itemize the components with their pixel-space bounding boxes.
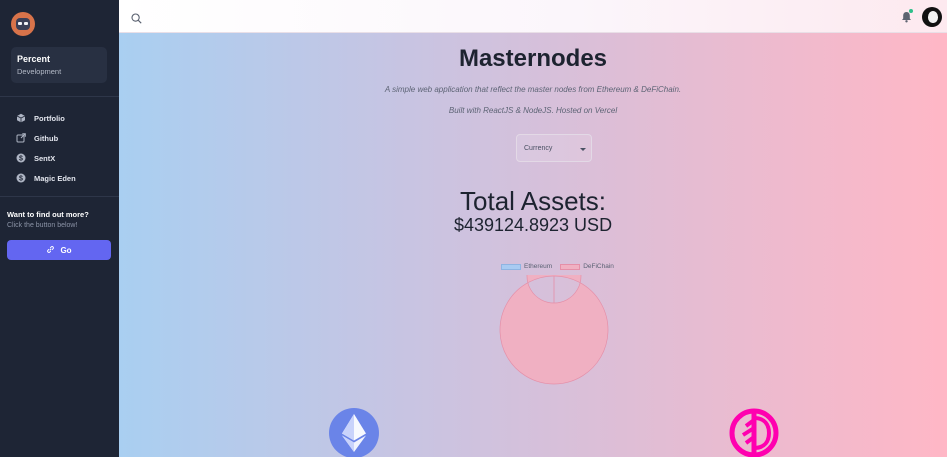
sidebar-divider <box>0 96 119 97</box>
profile-role: Development <box>17 67 62 76</box>
dollar-circle-icon: $ <box>16 173 26 183</box>
avatar-eye <box>24 22 28 25</box>
currency-select[interactable]: Currency <box>516 134 592 162</box>
chevron-down-icon <box>580 148 586 151</box>
main-content: Masternodes A simple web application tha… <box>119 33 947 457</box>
total-assets-value: $439124.8923 USD <box>453 215 613 235</box>
legend-label: DeFiChain <box>583 263 614 270</box>
sidebar: Percent Development Portfolio Github $ S… <box>0 0 119 457</box>
ethereum-logo[interactable] <box>329 408 379 457</box>
top-bar <box>119 0 947 33</box>
search-icon[interactable] <box>131 11 142 24</box>
avatar-face <box>928 11 938 23</box>
sidebar-item-label: Github <box>34 133 59 143</box>
page-title: Masternodes <box>458 45 608 72</box>
sidebar-item-sentx[interactable]: $ SentX <box>0 148 119 168</box>
page-description: A simple web application that reflect th… <box>384 85 682 94</box>
promo-subtitle: Click the button below! <box>7 222 78 229</box>
sidebar-item-github[interactable]: Github <box>0 128 119 148</box>
sidebar-item-magic-eden[interactable]: $ Magic Eden <box>0 168 119 188</box>
legend-item-defichain[interactable]: DeFiChain <box>560 263 614 270</box>
svg-text:$: $ <box>19 156 23 163</box>
profile-card[interactable]: Percent Development <box>11 47 107 83</box>
assets-donut-chart[interactable] <box>499 275 609 385</box>
legend-label: Ethereum <box>524 263 553 270</box>
promo-box: Want to find out more? Click the button … <box>7 210 111 229</box>
legend-swatch <box>560 263 581 270</box>
notification-dot <box>909 9 913 13</box>
link-icon <box>46 245 60 256</box>
sidebar-item-portfolio[interactable]: Portfolio <box>0 108 119 128</box>
go-button-label: Go <box>60 245 72 255</box>
user-avatar[interactable] <box>922 7 942 27</box>
sidebar-nav: Portfolio Github $ SentX $ Magic Eden <box>0 108 119 188</box>
total-assets-label: Total Assets: <box>460 186 606 216</box>
legend-item-ethereum[interactable]: Ethereum <box>501 263 552 270</box>
currency-select-label: Currency <box>524 145 553 152</box>
svg-text:$: $ <box>19 176 23 183</box>
chart-legend: Ethereum DeFiChain <box>501 263 622 270</box>
promo-title: Want to find out more? <box>7 210 89 219</box>
defichain-logo[interactable] <box>729 408 779 457</box>
legend-swatch <box>501 263 521 270</box>
cube-icon <box>16 113 26 123</box>
sidebar-item-label: Portfolio <box>34 113 65 123</box>
avatar-eye <box>18 22 22 25</box>
profile-name: Percent <box>17 54 51 64</box>
external-link-icon <box>16 133 26 143</box>
app-avatar[interactable] <box>11 12 35 36</box>
sidebar-divider <box>0 196 119 197</box>
go-button[interactable]: Go <box>7 240 111 260</box>
dollar-circle-icon: $ <box>16 153 26 163</box>
sidebar-item-label: SentX <box>34 153 56 163</box>
page-credits: Built with ReactJS & NodeJS. Hosted on V… <box>448 106 618 115</box>
sidebar-item-label: Magic Eden <box>34 173 76 183</box>
